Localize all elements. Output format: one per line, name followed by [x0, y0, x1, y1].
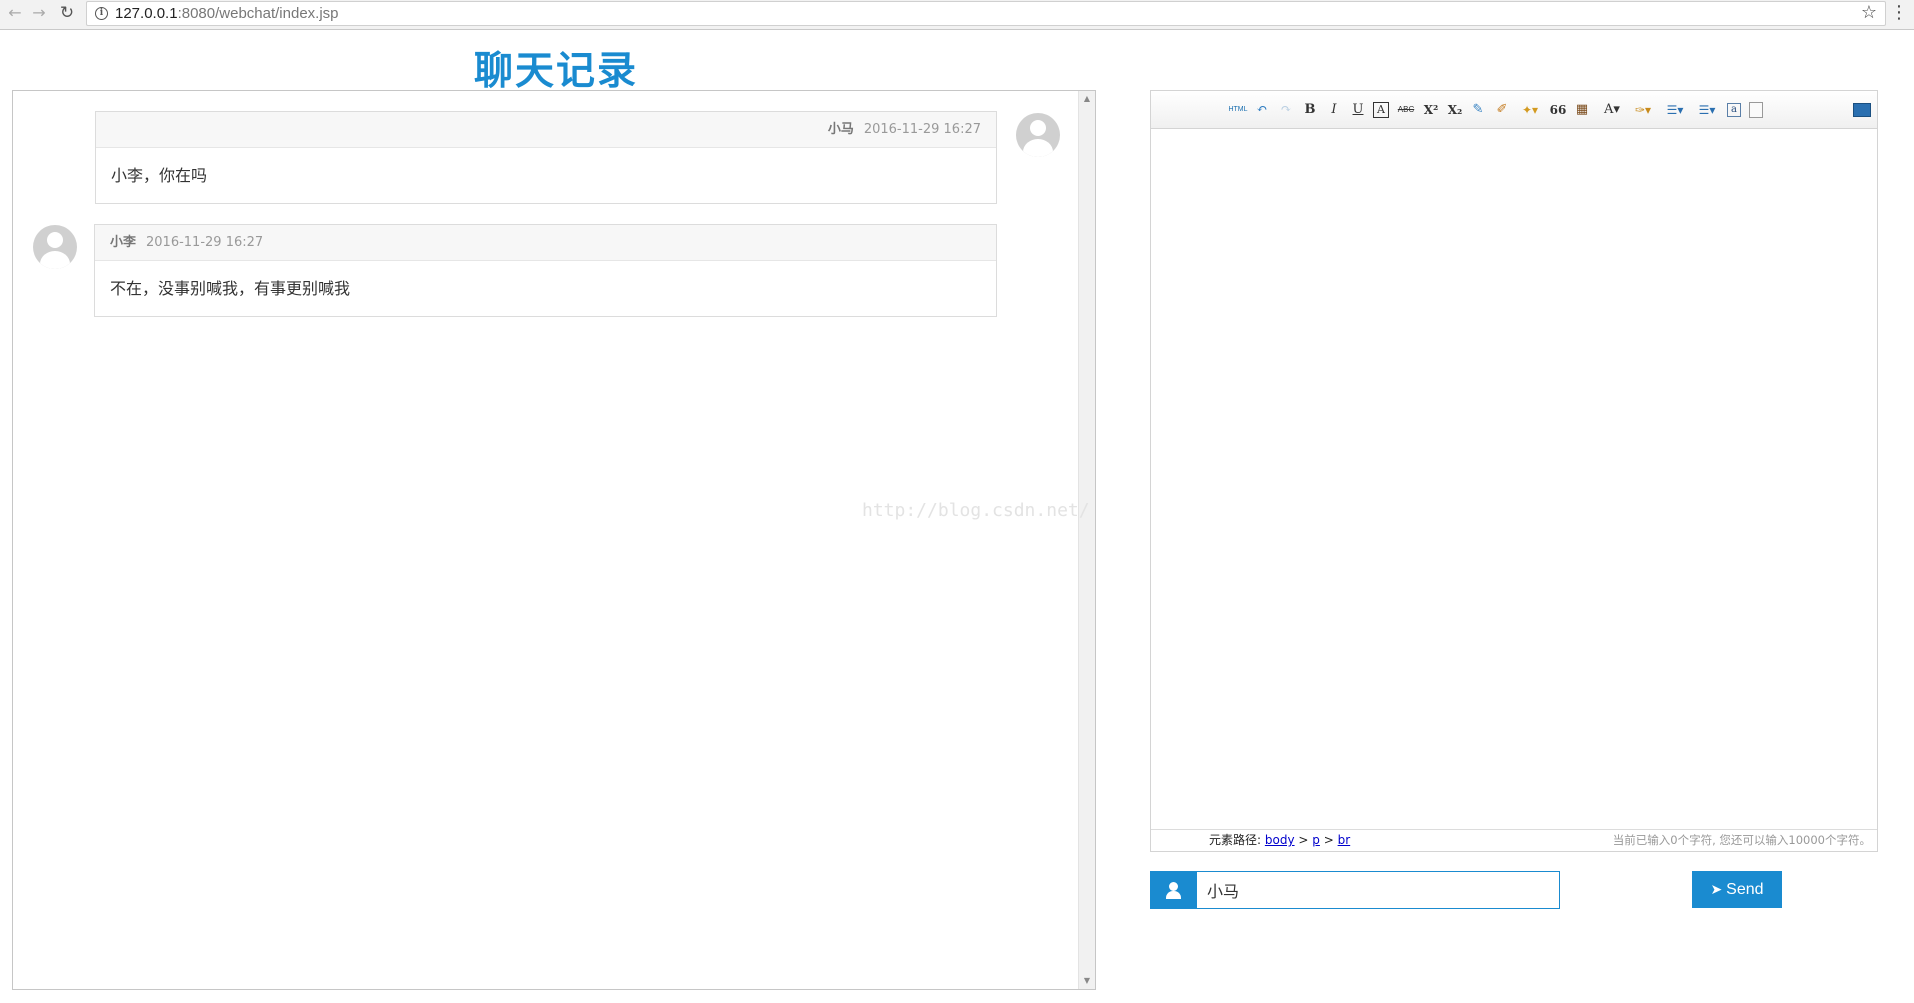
font-color-button[interactable]: A▾ [1599, 100, 1625, 120]
ordered-list-icon[interactable]: ☰▾ [1661, 100, 1689, 120]
element-path: 元素路径: body > p > br [1209, 830, 1350, 851]
path-link-br[interactable]: br [1338, 833, 1351, 847]
auto-format-icon[interactable]: ✦▾ [1517, 100, 1543, 120]
eraser-icon[interactable]: ✎ [1469, 100, 1487, 120]
page-title: 聊天记录 [474, 49, 639, 94]
highlight-color-icon[interactable]: ✑▾ [1629, 100, 1657, 120]
strikethrough-button[interactable]: ABC [1395, 100, 1417, 120]
bold-button[interactable]: B [1301, 100, 1319, 120]
back-arrow-icon[interactable]: ← [4, 2, 26, 24]
message-editor: HTML ↶ ↷ B I U A ABC X² X₂ ✎ ✐ ✦▾ 66 ▦ A… [1150, 90, 1878, 852]
browser-menu-icon[interactable]: ⋮ [1890, 2, 1908, 24]
info-icon[interactable]: i [95, 7, 108, 20]
chat-message: 小李 2016-11-29 16:27 不在，没事别喊我，有事更别喊我 [94, 224, 997, 317]
message-time: 2016-11-29 16:27 [863, 122, 981, 137]
undo-icon[interactable]: ↶ [1253, 100, 1271, 120]
address-bar[interactable]: i 127.0.0.1:8080/webchat/index.jsp ☆ [86, 1, 1886, 26]
url-host: 127.0.0.1 [115, 5, 178, 22]
editor-toolbar: HTML ↶ ↷ B I U A ABC X² X₂ ✎ ✐ ✦▾ 66 ▦ A… [1151, 91, 1877, 129]
browser-toolbar: ← → ↻ i 127.0.0.1:8080/webchat/index.jsp… [0, 0, 1914, 30]
element-path-label: 元素路径: [1209, 833, 1262, 847]
chat-scrollbar[interactable]: ▲ ▼ [1078, 91, 1095, 989]
path-separator: > [1323, 833, 1334, 847]
unordered-list-icon[interactable]: ☰▾ [1693, 100, 1721, 120]
message-text: 小李，你在吗 [111, 166, 208, 185]
path-link-p[interactable]: p [1312, 833, 1320, 847]
superscript-button[interactable]: X² [1421, 100, 1441, 120]
message-header: 小李 2016-11-29 16:27 [95, 225, 996, 261]
redo-icon[interactable]: ↷ [1277, 100, 1295, 120]
scroll-down-arrow-icon[interactable]: ▼ [1079, 973, 1095, 989]
subscript-button[interactable]: X₂ [1445, 100, 1465, 120]
message-text: 不在，没事别喊我，有事更别喊我 [110, 279, 351, 298]
paper-plane-icon: ➤ [1710, 881, 1723, 897]
fullscreen-icon[interactable] [1853, 103, 1871, 117]
blockquote-button[interactable]: 66 [1549, 100, 1567, 120]
watermark-text: http://blog.csdn.net/ [862, 500, 1090, 521]
user-icon [1150, 871, 1196, 909]
avatar-icon [33, 225, 77, 269]
message-time: 2016-11-29 16:27 [146, 235, 264, 250]
scroll-up-arrow-icon[interactable]: ▲ [1079, 91, 1095, 107]
path-separator: > [1298, 833, 1309, 847]
bookmark-star-icon[interactable]: ☆ [1861, 2, 1877, 23]
reload-icon[interactable]: ↻ [56, 2, 78, 24]
message-sender: 小马 [827, 122, 854, 137]
font-color-label: A [1604, 102, 1614, 117]
chat-log-panel[interactable]: 小马 2016-11-29 16:27 小李，你在吗 小李 2016-11-29 1… [12, 90, 1096, 990]
message-sender: 小李 [110, 235, 137, 250]
underline-button[interactable]: U [1349, 100, 1367, 120]
paste-plain-icon[interactable]: ▦ [1573, 100, 1591, 120]
editor-status-bar: 元素路径: body > p > br 当前已输入0个字符, 您还可以输入100… [1151, 829, 1877, 851]
char-count: 当前已输入0个字符, 您还可以输入10000个字符。 [1612, 833, 1871, 847]
editor-content-area[interactable] [1151, 129, 1877, 831]
chat-message: 小马 2016-11-29 16:27 小李，你在吗 [95, 111, 997, 204]
format-painter-icon[interactable]: ✐ [1493, 100, 1511, 120]
avatar-icon [1016, 113, 1060, 157]
url-path: :8080/webchat/index.jsp [177, 5, 339, 22]
page-break-icon[interactable] [1749, 102, 1763, 118]
path-link-body[interactable]: body [1265, 833, 1295, 847]
message-header: 小马 2016-11-29 16:27 [96, 112, 996, 148]
nickname-input[interactable] [1196, 871, 1560, 909]
font-border-button[interactable]: A [1373, 102, 1389, 118]
italic-button[interactable]: I [1325, 100, 1343, 120]
forward-arrow-icon[interactable]: → [28, 2, 50, 24]
send-button[interactable]: ➤ Send [1692, 871, 1782, 908]
html-source-button[interactable]: HTML [1227, 100, 1249, 120]
insert-code-button[interactable]: a [1727, 103, 1741, 117]
nickname-input-group [1150, 871, 1560, 909]
send-button-label: Send [1726, 881, 1764, 898]
url-text: 127.0.0.1:8080/webchat/index.jsp [115, 5, 339, 22]
